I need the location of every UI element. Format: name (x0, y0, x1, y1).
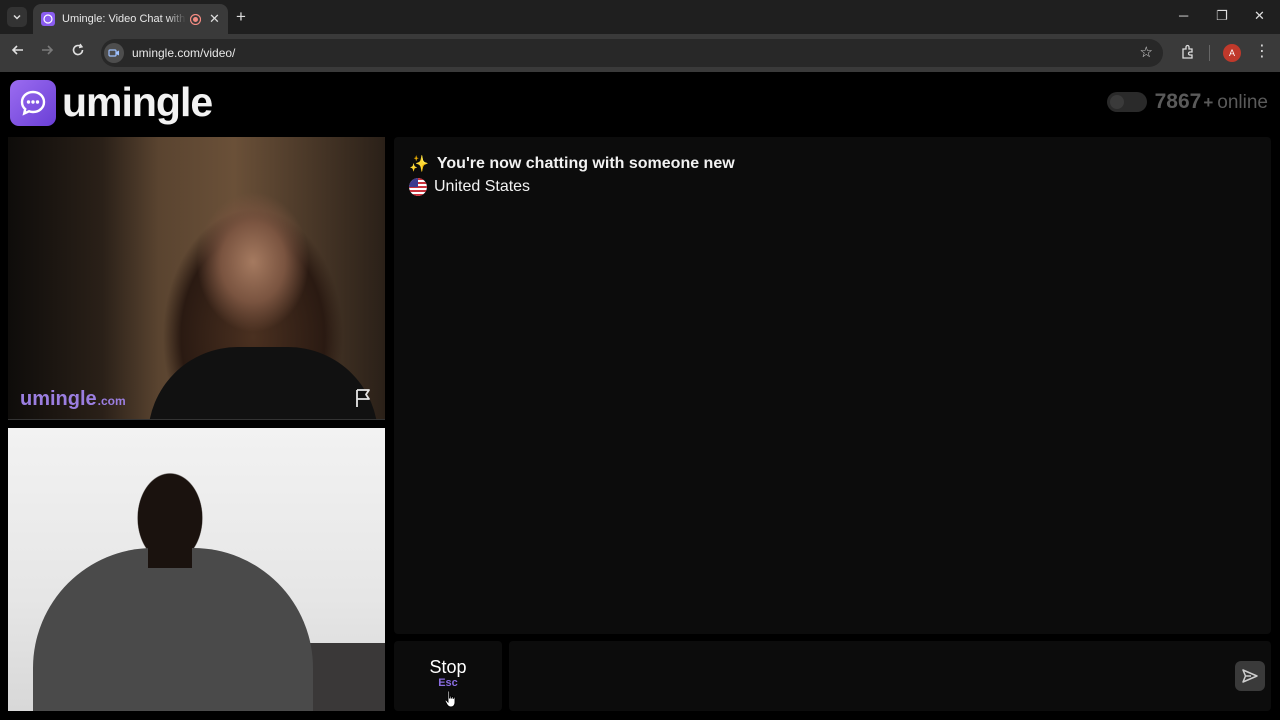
camera-icon (108, 49, 119, 57)
browser-tab-bar: Umingle: Video Chat with Strangers ✕ + ─… (0, 0, 1280, 34)
watermark-main: umingle (20, 388, 97, 410)
reload-icon (72, 43, 84, 56)
address-bar[interactable]: umingle.com/video/ ☆ (101, 39, 1163, 67)
message-input[interactable] (509, 641, 1224, 711)
toolbar-divider (1209, 45, 1210, 61)
country-line: United States (409, 178, 530, 196)
online-toggle[interactable] (1106, 92, 1147, 112)
site-info-button[interactable] (104, 43, 124, 63)
message-composer (509, 641, 1271, 711)
profile-avatar[interactable]: A (1223, 44, 1241, 62)
video-watermark: umingle .com (20, 388, 126, 411)
watermark-tld: .com (97, 394, 126, 408)
us-flag-icon (409, 178, 427, 196)
video-divider (8, 419, 385, 420)
close-window-button[interactable]: ✕ (1254, 8, 1265, 24)
tab-close-icon[interactable]: ✕ (209, 11, 220, 27)
system-message-text: You're now chatting with someone new (436, 155, 735, 172)
back-button[interactable] (11, 43, 25, 62)
online-plus: + (1203, 93, 1214, 112)
hand-cursor-icon (444, 690, 456, 708)
tab-title: Umingle: Video Chat with Strangers (62, 13, 186, 25)
country-name: United States (434, 178, 531, 195)
sparkles-icon: ✨ (409, 156, 429, 173)
minimize-button[interactable]: ─ (1179, 8, 1188, 23)
chat-bubble-icon (41, 12, 55, 26)
flag-icon[interactable] (353, 387, 375, 409)
chat-log: ✨ You're now chatting with someone new U… (394, 137, 1271, 634)
chevron-down-icon (13, 14, 21, 20)
browser-menu-icon[interactable]: ⋮ (1254, 42, 1270, 62)
browser-tab-active[interactable]: Umingle: Video Chat with Strangers ✕ (33, 4, 228, 34)
stop-shortcut: Esc (438, 677, 458, 689)
send-icon (1242, 669, 1258, 683)
forward-button[interactable] (40, 43, 54, 62)
reload-button[interactable] (71, 43, 85, 62)
chat-bubble-icon (10, 79, 56, 126)
logo-wordmark: umingle (62, 79, 213, 125)
arrow-left-icon (11, 45, 23, 55)
new-tab-button[interactable]: + (236, 8, 246, 25)
stop-label: Stop (429, 657, 467, 677)
online-count: 7867 (1154, 90, 1202, 113)
send-button[interactable] (1235, 661, 1265, 691)
online-counter: 7867 + online (1106, 90, 1268, 114)
bookmark-star-icon[interactable]: ☆ (1140, 45, 1153, 60)
online-label: online (1217, 92, 1268, 113)
tab-search-button[interactable] (7, 7, 27, 27)
browser-toolbar: umingle.com/video/ ☆ A ⋮ (0, 34, 1280, 72)
self-video (8, 428, 385, 711)
site-logo[interactable]: umingle (10, 79, 213, 126)
system-message: ✨ You're now chatting with someone new (409, 154, 735, 174)
arrow-right-icon (42, 45, 54, 55)
extensions-icon[interactable] (1180, 44, 1196, 60)
restore-button[interactable]: ❐ (1216, 8, 1228, 24)
stranger-video: umingle .com (8, 137, 385, 419)
recording-icon (190, 13, 201, 25)
url-text: umingle.com/video/ (132, 46, 236, 60)
